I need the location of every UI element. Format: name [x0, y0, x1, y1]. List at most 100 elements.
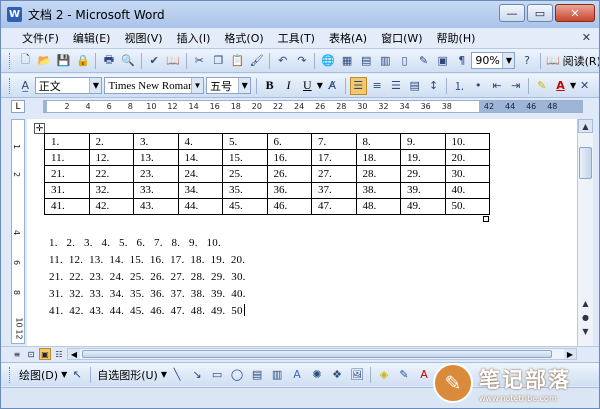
menu-file[interactable]: 文件(F) — [15, 30, 66, 46]
table-cell[interactable]: 26. — [266, 165, 312, 183]
text-line[interactable]: 11. 12. 13. 14. 15. 16. 17. 18. 19. 20. — [49, 252, 246, 269]
table-cell[interactable]: 35. — [222, 181, 268, 199]
table-cell[interactable]: 20. — [444, 149, 490, 167]
table-cell[interactable]: 48. — [355, 197, 401, 215]
scroll-right-icon[interactable]: ▶ — [564, 349, 576, 359]
decrease-indent-icon[interactable]: ⇤ — [489, 77, 506, 95]
table-cell[interactable]: 42. — [88, 197, 134, 215]
outline-view-icon[interactable]: ☷ — [53, 348, 65, 360]
vertical-text-box-icon[interactable]: ▥ — [268, 366, 286, 384]
copy-icon[interactable]: ❐ — [210, 52, 227, 70]
table-cell[interactable]: 47. — [311, 197, 357, 215]
vertical-scroll-thumb[interactable] — [579, 147, 592, 179]
draw-menu-button[interactable]: 绘图(D) — [16, 367, 61, 383]
text-line[interactable]: 41. 42. 43. 44. 45. 46. 47. 48. 49. 50 — [49, 303, 246, 320]
word-app-icon[interactable]: W — [7, 7, 22, 22]
number-table[interactable]: 1. 2. 3. 4. 5. 6. 7. 8. 9. 10. 11. 12. 13. 14. 15. 16. 1… — [44, 132, 490, 215]
insert-picture-icon[interactable]: 🖼 — [348, 366, 366, 384]
table-cell[interactable]: 33. — [133, 181, 179, 199]
table-cell[interactable]: 9. — [400, 132, 446, 151]
toolbar-grip[interactable] — [9, 366, 12, 383]
insert-table-icon[interactable]: ▤ — [358, 52, 375, 70]
table-cell[interactable]: 25. — [222, 165, 268, 183]
table-cell[interactable]: 14. — [177, 149, 223, 167]
table-cell[interactable]: 34. — [177, 181, 223, 199]
italic-button[interactable]: I — [280, 77, 297, 95]
select-objects-icon[interactable]: ↖ — [68, 366, 86, 384]
table-cell[interactable]: 39. — [400, 181, 446, 199]
table-cell[interactable]: 32. — [88, 181, 134, 199]
menu-format[interactable]: 格式(O) — [217, 30, 270, 46]
show-hide-icon[interactable]: ¶ — [453, 52, 470, 70]
table-cell[interactable]: 36. — [266, 181, 312, 199]
table-cell[interactable]: 45. — [222, 197, 268, 215]
style-select[interactable]: 正文 ▼ — [34, 77, 103, 94]
table-cell[interactable]: 46. — [266, 197, 312, 215]
columns-icon[interactable]: ▯ — [396, 52, 413, 70]
insert-excel-icon[interactable]: ▥ — [377, 52, 394, 70]
bold-button[interactable]: B — [261, 77, 278, 95]
table-cell[interactable]: 21. — [44, 165, 90, 183]
menu-tools[interactable]: 工具(T) — [271, 30, 322, 46]
menu-help[interactable]: 帮助(H) — [430, 30, 483, 46]
spelling-icon[interactable]: ✔ — [146, 52, 163, 70]
clip-art-icon[interactable]: ❖ — [328, 366, 346, 384]
align-right-icon[interactable]: ☰ — [387, 77, 404, 95]
table-cell[interactable]: 22. — [88, 165, 134, 183]
distributed-align-icon[interactable]: ▤ — [406, 77, 423, 95]
table-cell[interactable]: 44. — [177, 197, 223, 215]
web-layout-icon[interactable]: ⊡ — [25, 348, 37, 360]
text-line[interactable]: 31. 32. 33. 34. 35. 36. 37. 38. 39. 40. — [49, 286, 246, 303]
table-cell[interactable]: 12. — [88, 149, 134, 167]
character-border-icon[interactable]: A̸ — [324, 77, 341, 95]
table-cell[interactable]: 10. — [444, 132, 490, 151]
redo-icon[interactable]: ↷ — [293, 52, 310, 70]
table-cell[interactable]: 30. — [444, 165, 490, 183]
next-page-icon[interactable]: ▼ — [578, 325, 593, 337]
font-color-button[interactable]: A — [552, 77, 569, 95]
font-select[interactable]: Times New Roman ▼ — [104, 77, 204, 94]
save-icon[interactable]: 💾 — [55, 52, 72, 70]
tables-borders-icon[interactable]: ▦ — [339, 52, 356, 70]
oval-icon[interactable]: ◯ — [228, 366, 246, 384]
arrow-icon[interactable]: ↘ — [188, 366, 206, 384]
open-folder-icon[interactable]: 📂 — [36, 52, 53, 70]
underline-button[interactable]: U — [299, 77, 316, 95]
highlight-icon[interactable]: ✎ — [533, 77, 550, 95]
table-cell[interactable]: 40. — [444, 181, 490, 199]
print-icon[interactable]: 🖶 — [100, 52, 117, 70]
bullets-icon[interactable]: • — [470, 77, 487, 95]
undo-icon[interactable]: ↶ — [274, 52, 291, 70]
new-document-icon[interactable]: 🗋 — [17, 52, 34, 70]
scroll-up-icon[interactable]: ▲ — [578, 119, 593, 133]
format-painter-icon[interactable]: 🖌 — [248, 52, 265, 70]
previous-page-icon[interactable]: ▲ — [578, 297, 593, 309]
table-cell[interactable]: 24. — [177, 165, 223, 183]
print-preview-icon[interactable]: 🔍 — [119, 52, 136, 70]
table-cell[interactable]: 23. — [133, 165, 179, 183]
table-cell[interactable]: 29. — [400, 165, 446, 183]
table-cell[interactable]: 13. — [133, 149, 179, 167]
increase-indent-icon[interactable]: ⇥ — [507, 77, 524, 95]
table-cell[interactable]: 3. — [133, 132, 179, 151]
document-map-icon[interactable]: ▣ — [434, 52, 451, 70]
document-page[interactable]: ✛ 1. 2. 3. 4. 5. 6. 7. 8. 9. 10. 11. 12. 13. 14. 15. 16… — [27, 119, 577, 346]
menu-close-document-icon[interactable]: ✕ — [582, 31, 591, 44]
table-cell[interactable]: 37. — [311, 181, 357, 199]
table-cell[interactable]: 6. — [266, 132, 312, 151]
scroll-left-icon[interactable]: ◀ — [68, 349, 80, 359]
print-layout-icon[interactable]: ▣ — [39, 348, 51, 360]
help-icon[interactable]: ? — [518, 52, 535, 70]
styles-formatting-icon[interactable]: A̲ — [17, 77, 34, 95]
wordart-icon[interactable]: A — [288, 366, 306, 384]
table-cell[interactable]: 50. — [444, 197, 490, 215]
plain-text-block[interactable]: 1. 2. 3. 4. 5. 6. 7. 8. 9. 10. 11. 12. 13… — [49, 235, 246, 320]
table-cell[interactable]: 28. — [355, 165, 401, 183]
line-spacing-icon[interactable]: ↕ — [425, 77, 442, 95]
table-cell[interactable]: 11. — [44, 149, 90, 167]
text-box-icon[interactable]: ▤ — [248, 366, 266, 384]
table-cell[interactable]: 1. — [44, 132, 90, 151]
table-cell[interactable]: 41. — [44, 197, 90, 215]
toolbar-options-icon[interactable]: ✕ — [576, 77, 593, 95]
normal-view-icon[interactable]: ≡ — [11, 348, 23, 360]
